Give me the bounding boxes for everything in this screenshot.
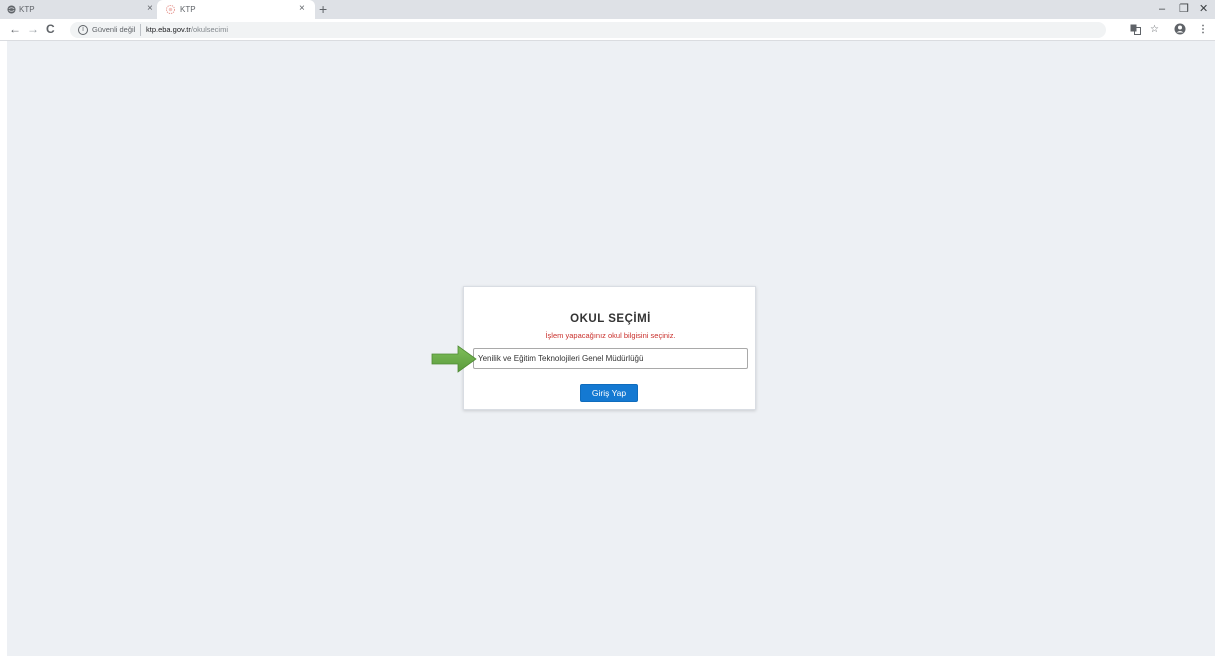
- security-status: Güvenli değil: [92, 25, 136, 34]
- page-subtitle: İşlem yapacağınız okul bilgisini seçiniz…: [545, 331, 676, 340]
- browser-tab-2[interactable]: KTP ×: [157, 0, 315, 19]
- tab-title: KTP: [19, 5, 35, 14]
- url-text[interactable]: ktp.eba.gov.tr/okulsecimi: [146, 25, 228, 35]
- browser-tab-1[interactable]: KTP ×: [0, 0, 162, 19]
- new-tab-icon[interactable]: +: [319, 1, 327, 17]
- login-button[interactable]: Giriş Yap: [580, 384, 638, 402]
- bookmark-star-icon[interactable]: ☆: [1150, 23, 1159, 36]
- pointer-arrow-icon: [431, 345, 477, 373]
- forward-arrow-icon[interactable]: →: [27, 23, 39, 36]
- school-selection-card: OKUL SEÇİMİ İşlem yapacağınız okul bilgi…: [463, 286, 756, 410]
- reload-icon[interactable]: C: [46, 23, 55, 36]
- restore-icon[interactable]: ❐: [1179, 2, 1189, 16]
- url-host: ktp.eba.gov.tr: [146, 25, 191, 34]
- page-title: OKUL SEÇİMİ: [570, 313, 651, 325]
- tab-strip: KTP × KTP × + – ❐ ✕: [0, 0, 1215, 19]
- address-divider: [140, 24, 141, 36]
- close-window-icon[interactable]: ✕: [1199, 2, 1208, 16]
- account-icon[interactable]: [1174, 23, 1186, 35]
- tab-close-icon[interactable]: ×: [299, 3, 305, 15]
- minimize-icon[interactable]: –: [1159, 2, 1165, 16]
- browser-toolbar: ← → C i Güvenli değil ktp.eba.gov.tr/oku…: [0, 19, 1215, 41]
- tab-title: KTP: [180, 5, 196, 14]
- site-logo-icon: [166, 5, 175, 14]
- page-content: OKUL SEÇİMİ İşlem yapacağınız okul bilgi…: [7, 41, 1215, 656]
- globe-icon: [7, 5, 16, 14]
- address-bar[interactable]: i Güvenli değil ktp.eba.gov.tr/okulsecim…: [70, 22, 1106, 38]
- info-icon[interactable]: i: [78, 25, 88, 35]
- back-arrow-icon[interactable]: ←: [9, 23, 21, 36]
- menu-icon[interactable]: ⋮: [1198, 23, 1208, 36]
- tab-close-icon[interactable]: ×: [147, 3, 153, 15]
- translate-icon[interactable]: [1130, 24, 1141, 35]
- url-path: /okulsecimi: [190, 25, 228, 34]
- school-select[interactable]: Yenilik ve Eğitim Teknolojileri Genel Mü…: [473, 348, 748, 369]
